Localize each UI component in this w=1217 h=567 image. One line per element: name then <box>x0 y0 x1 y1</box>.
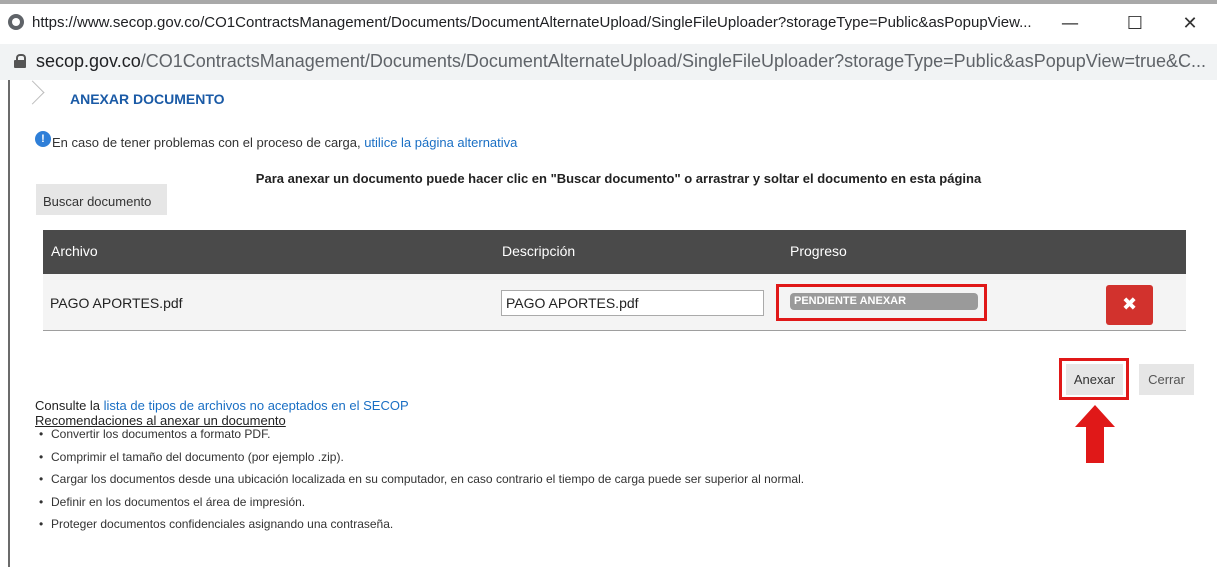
list-item: Comprimir el tamaño del documento (por e… <box>34 446 804 469</box>
column-header-file: Archivo <box>51 243 98 259</box>
attach-button[interactable]: Anexar <box>1066 364 1123 395</box>
delete-button[interactable]: ✖ <box>1106 285 1153 325</box>
list-item: Definir en los documentos el área de imp… <box>34 491 804 514</box>
close-icon: ✖ <box>1121 294 1138 315</box>
alternate-page-link[interactable]: utilice la página alternativa <box>364 135 517 150</box>
globe-icon <box>8 14 24 30</box>
info-icon: ! <box>35 131 51 147</box>
list-item: Cargar los documentos desde una ubicació… <box>34 468 804 491</box>
browser-window: https://www.secop.gov.co/CO1ContractsMan… <box>0 0 1217 567</box>
close-window-button[interactable]: ✕ <box>1170 10 1210 38</box>
lock-icon[interactable] <box>14 54 26 68</box>
recommendations-list: Convertir los documentos a formato PDF. … <box>34 423 804 536</box>
arrow-up-icon <box>1075 405 1115 463</box>
address-bar[interactable]: secop.gov.co/CO1ContractsManagement/Docu… <box>0 44 1217 81</box>
unaccepted-types-link[interactable]: lista de tipos de archivos no aceptados … <box>104 398 409 413</box>
window-title: https://www.secop.gov.co/CO1ContractsMan… <box>32 14 1032 31</box>
minimize-button[interactable]: — <box>1050 10 1090 38</box>
section-title: ANEXAR DOCUMENTO <box>70 91 225 107</box>
column-header-description: Descripción <box>502 243 576 259</box>
close-button[interactable]: Cerrar <box>1139 364 1194 395</box>
consult-prefix: Consulte la <box>35 398 104 413</box>
info-message: En caso de tener problemas con el proces… <box>52 135 517 150</box>
url-text[interactable]: secop.gov.co/CO1ContractsManagement/Docu… <box>36 51 1206 72</box>
url-host: secop.gov.co <box>36 51 141 71</box>
description-input[interactable] <box>501 290 764 316</box>
list-item: Convertir los documentos a formato PDF. <box>34 423 804 446</box>
table-header: Archivo Descripción Progreso <box>43 230 1186 274</box>
progress-bar: PENDIENTE ANEXAR <box>790 293 978 310</box>
column-header-progress: Progreso <box>790 243 847 259</box>
maximize-button[interactable]: ☐ <box>1115 10 1155 38</box>
search-document-button[interactable]: Buscar documento <box>36 184 167 215</box>
page-left-border <box>8 80 10 567</box>
chevron-right-icon <box>30 80 46 114</box>
file-name-cell: PAGO APORTES.pdf <box>50 295 183 311</box>
upload-instructions: Para anexar un documento puede hacer cli… <box>255 171 982 186</box>
info-text: En caso de tener problemas con el proces… <box>52 135 365 150</box>
progress-status: PENDIENTE ANEXAR <box>794 295 907 307</box>
url-path: /CO1ContractsManagement/Documents/Docume… <box>140 51 1206 71</box>
list-item: Proteger documentos confidenciales asign… <box>34 513 804 536</box>
title-bar: https://www.secop.gov.co/CO1ContractsMan… <box>0 0 1217 44</box>
consult-text: Consulte la lista de tipos de archivos n… <box>35 398 409 413</box>
